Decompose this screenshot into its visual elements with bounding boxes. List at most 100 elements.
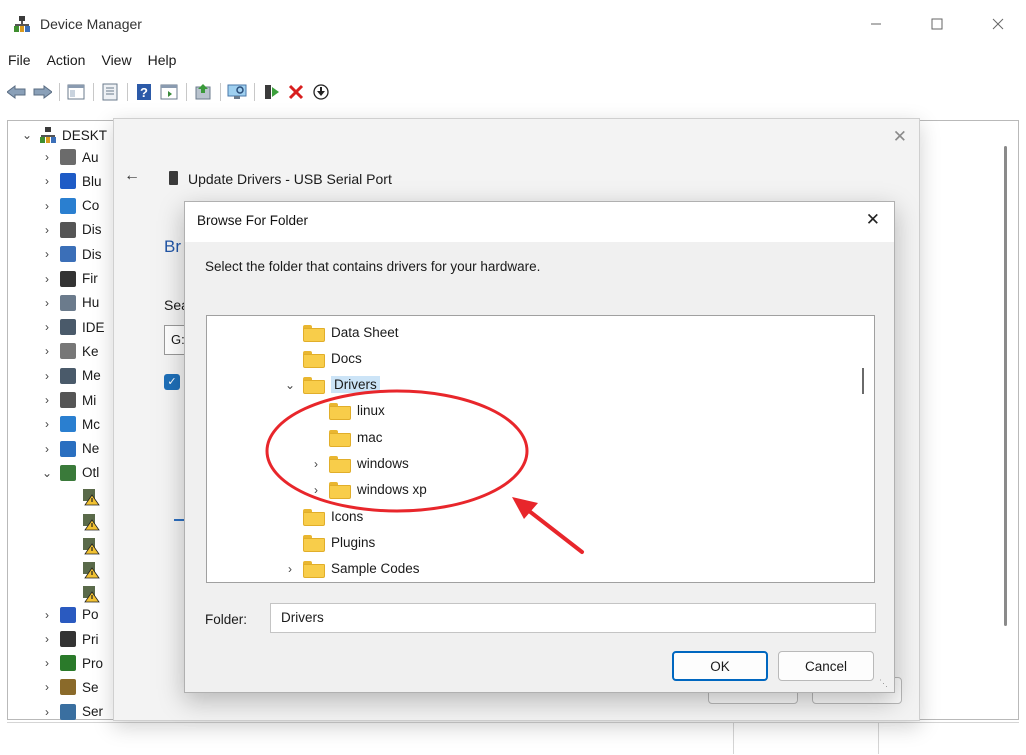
download-button[interactable] xyxy=(310,81,332,103)
unknown-device-item[interactable] xyxy=(82,486,100,508)
folder-item[interactable]: › Sample Codes xyxy=(277,557,420,581)
chevron-down-icon[interactable]: ⌄ xyxy=(40,466,54,480)
update-driver-button[interactable] xyxy=(192,81,214,103)
folder-item[interactable]: Plugins xyxy=(277,530,375,554)
folder-item[interactable]: Docs xyxy=(277,346,362,370)
chevron-right-icon[interactable]: › xyxy=(40,199,54,213)
update-dialog-title: Update Drivers - USB Serial Port xyxy=(188,171,392,187)
browse-for-folder-dialog: Browse For Folder ✕ Select the folder th… xyxy=(184,201,895,693)
unknown-device-item[interactable] xyxy=(82,559,100,581)
chevron-right-icon[interactable]: › xyxy=(40,656,54,670)
chevron-right-icon[interactable]: › xyxy=(40,296,54,310)
vertical-scrollbar[interactable] xyxy=(1004,146,1007,626)
folder-path-field[interactable]: Drivers xyxy=(270,603,876,633)
cancel-button[interactable]: Cancel xyxy=(778,651,874,681)
tree-item[interactable]: › Hu xyxy=(40,292,99,314)
tree-item[interactable]: › Pri xyxy=(40,628,99,650)
unknown-device-item[interactable] xyxy=(82,583,100,605)
tree-item[interactable]: › Fir xyxy=(40,268,98,290)
tree-item[interactable]: › Mi xyxy=(40,389,96,411)
processor-icon xyxy=(60,655,76,672)
chevron-right-icon[interactable]: › xyxy=(40,705,54,719)
tree-item[interactable]: › Ke xyxy=(40,340,99,362)
chevron-right-icon[interactable]: › xyxy=(303,483,329,497)
browse-dialog-close-button[interactable]: ✕ xyxy=(866,210,880,230)
minimize-button[interactable] xyxy=(856,10,896,38)
chevron-right-icon[interactable]: › xyxy=(40,223,54,237)
tree-root[interactable]: ⌄ DESKT xyxy=(20,124,107,146)
chevron-right-icon[interactable]: › xyxy=(40,608,54,622)
maximize-button[interactable] xyxy=(917,10,957,38)
chevron-right-icon[interactable]: › xyxy=(40,369,54,383)
usb-device-icon xyxy=(169,171,178,185)
folder-tree[interactable]: Data Sheet Docs ⌄ Drivers linux mac › windows › w… xyxy=(206,315,875,583)
chevron-right-icon[interactable]: › xyxy=(303,457,329,471)
chevron-right-icon[interactable]: › xyxy=(40,417,54,431)
ok-button[interactable]: OK xyxy=(672,651,768,681)
tree-item[interactable]: › Mc xyxy=(40,413,100,435)
resize-grip-icon[interactable]: ⋱ xyxy=(879,678,889,688)
folder-item[interactable]: Icons xyxy=(277,504,363,528)
tree-item[interactable]: › Co xyxy=(40,195,99,217)
tree-item[interactable]: › Ser xyxy=(40,701,103,723)
help-button[interactable]: ? xyxy=(133,81,155,103)
tree-item[interactable]: › Au xyxy=(40,146,99,168)
tree-item[interactable]: › Dis xyxy=(40,219,102,241)
menu-view[interactable]: View xyxy=(93,50,139,74)
menu-help[interactable]: Help xyxy=(140,50,185,74)
include-subfolders-checkbox[interactable]: ✓ xyxy=(164,374,180,390)
toolbar-separator xyxy=(186,83,187,101)
tree-item[interactable]: › Me xyxy=(40,365,101,387)
uninstall-button[interactable] xyxy=(285,81,307,103)
folder-label-text: Docs xyxy=(331,350,362,366)
menu-file[interactable]: File xyxy=(0,50,39,74)
update-dialog-close-button[interactable]: ✕ xyxy=(893,127,907,147)
back-button[interactable] xyxy=(6,81,28,103)
folder-icon xyxy=(303,508,325,526)
tree-item[interactable]: ⌄ Otl xyxy=(40,462,99,484)
unknown-device-item[interactable] xyxy=(82,511,100,533)
chevron-right-icon[interactable]: › xyxy=(277,562,303,576)
folder-label-text: windows xyxy=(357,456,409,471)
chevron-right-icon[interactable]: › xyxy=(40,247,54,261)
tree-item[interactable]: › Dis xyxy=(40,243,102,265)
tree-item[interactable]: › Ne xyxy=(40,438,99,460)
chevron-right-icon[interactable]: › xyxy=(40,150,54,164)
tree-item[interactable]: › Pro xyxy=(40,652,103,674)
show-hide-button[interactable] xyxy=(65,81,87,103)
unknown-device-item[interactable] xyxy=(82,535,100,557)
chevron-right-icon[interactable]: › xyxy=(40,393,54,407)
chevron-right-icon[interactable]: › xyxy=(40,320,54,334)
properties-button[interactable] xyxy=(99,81,121,103)
tree-item[interactable]: › Se xyxy=(40,676,99,698)
chevron-down-icon[interactable]: ⌄ xyxy=(20,128,34,142)
warning-device-icon xyxy=(83,537,100,555)
chevron-right-icon[interactable]: › xyxy=(40,174,54,188)
chevron-right-icon[interactable]: › xyxy=(40,272,54,286)
chevron-right-icon[interactable]: › xyxy=(40,442,54,456)
scan-hardware-button[interactable] xyxy=(226,81,248,103)
forward-button[interactable] xyxy=(31,81,53,103)
enable-device-button[interactable] xyxy=(260,81,282,103)
details-button[interactable] xyxy=(158,81,180,103)
folder-item[interactable]: Data Sheet xyxy=(277,320,399,344)
tree-item[interactable]: › Po xyxy=(40,604,99,626)
firmware-icon xyxy=(60,270,76,287)
close-window-button[interactable] xyxy=(978,10,1018,38)
folder-item[interactable]: mac xyxy=(303,425,383,449)
tree-item[interactable]: › Blu xyxy=(40,170,102,192)
chevron-right-icon[interactable]: › xyxy=(40,344,54,358)
chevron-right-icon[interactable]: › xyxy=(40,680,54,694)
tree-item-label: Co xyxy=(82,198,100,214)
chevron-down-icon[interactable]: ⌄ xyxy=(277,378,303,392)
back-arrow-icon[interactable]: ← xyxy=(124,167,140,185)
chevron-right-icon[interactable]: › xyxy=(40,632,54,646)
tree-item-label: IDE xyxy=(82,319,105,335)
folder-item[interactable]: ⌄ Drivers xyxy=(277,373,380,397)
folder-item[interactable]: › windows xyxy=(303,452,409,476)
folder-tree-scrollbar[interactable] xyxy=(862,368,864,394)
folder-item[interactable]: › windows xp xyxy=(303,478,427,502)
folder-item[interactable]: linux xyxy=(303,399,385,423)
tree-item[interactable]: › IDE xyxy=(40,316,105,338)
menu-action[interactable]: Action xyxy=(39,50,94,74)
